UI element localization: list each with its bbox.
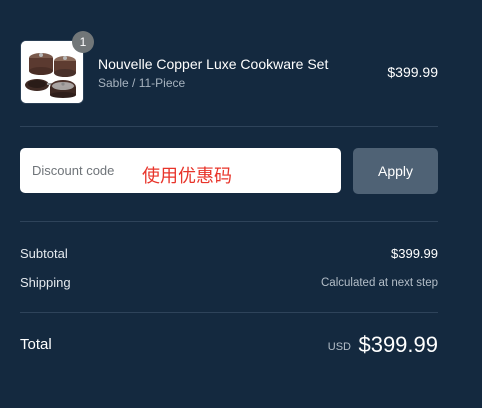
divider xyxy=(20,126,438,127)
divider xyxy=(20,312,438,313)
divider xyxy=(20,221,438,222)
product-title: Nouvelle Copper Luxe Cookware Set xyxy=(98,56,329,72)
shipping-label: Shipping xyxy=(20,275,71,290)
total-label: Total xyxy=(20,336,52,353)
total-currency: USD xyxy=(327,341,351,353)
total-amount: $399.99 xyxy=(358,332,438,357)
line-item: 1 Nouvelle Copper Luxe Cookware Set Sabl… xyxy=(20,31,438,104)
product-price: $399.99 xyxy=(387,64,438,80)
cookware-set-thumbnail xyxy=(21,41,83,103)
subtotal-value: $399.99 xyxy=(391,246,438,261)
quantity-badge: 1 xyxy=(72,31,94,53)
apply-discount-button[interactable]: Apply xyxy=(353,148,438,194)
subtotal-label: Subtotal xyxy=(20,246,68,261)
order-summary: 1 Nouvelle Copper Luxe Cookware Set Sabl… xyxy=(20,0,438,408)
discount-code-input[interactable] xyxy=(20,148,341,193)
product-thumbnail-wrap: 1 xyxy=(20,31,94,104)
shipping-value: Calculated at next step xyxy=(321,277,438,289)
product-variant: Sable / 11-Piece xyxy=(98,76,186,90)
